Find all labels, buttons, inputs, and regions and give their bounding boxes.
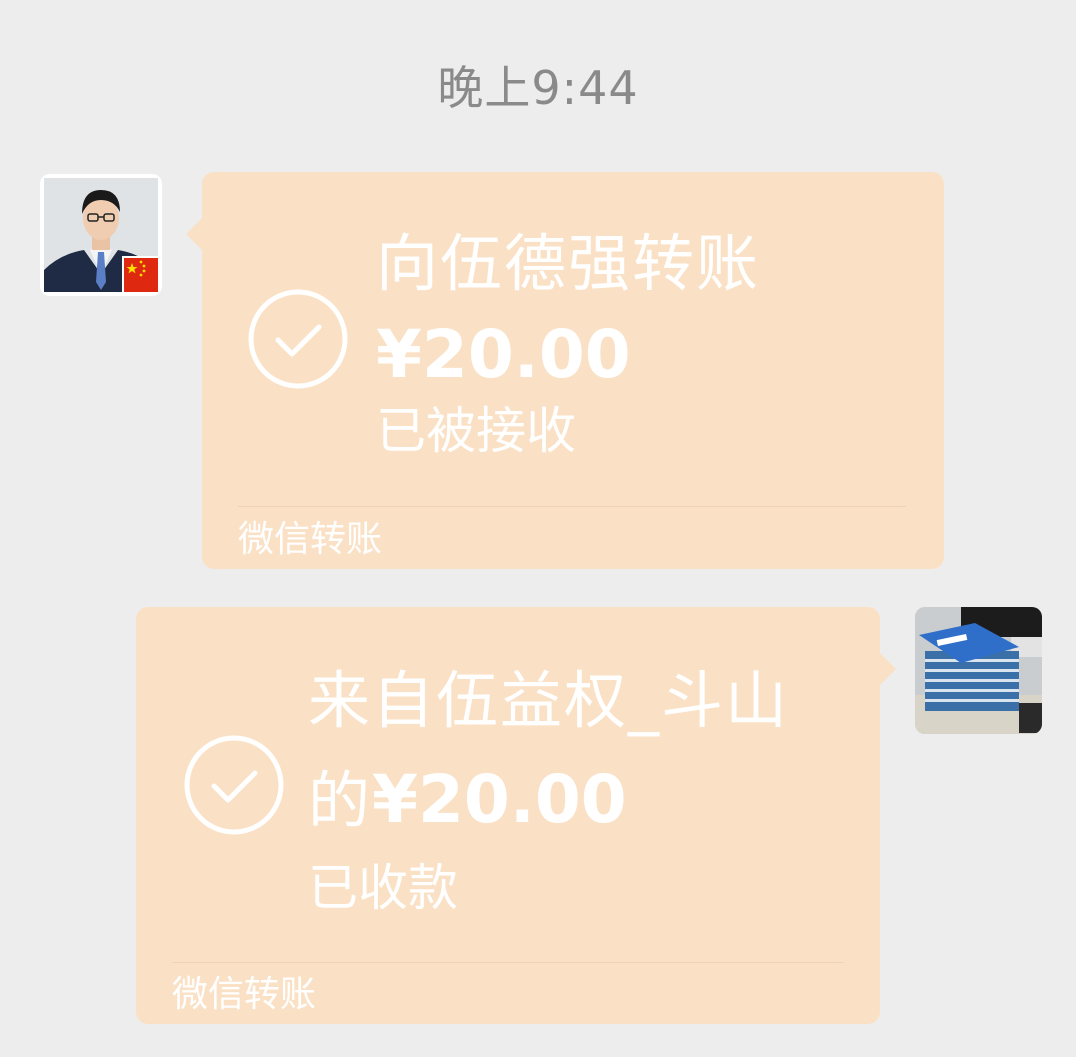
transfer-amount-line: 的¥20.00 bbox=[308, 765, 627, 836]
transfer-title: 向伍德强转账 bbox=[376, 227, 761, 300]
message-timestamp: 晚上9:44 bbox=[437, 61, 639, 115]
transfer-title-line1: 来自伍益权_斗山 bbox=[308, 664, 790, 737]
card-divider bbox=[238, 506, 906, 507]
check-circle-icon bbox=[248, 289, 348, 389]
bubble-tail bbox=[186, 218, 202, 250]
self-avatar[interactable] bbox=[915, 607, 1042, 734]
transfer-amount: ¥20.00 bbox=[372, 761, 627, 838]
transfer-status: 已被接收 bbox=[376, 402, 576, 460]
bubble-tail bbox=[880, 653, 896, 685]
card-footer-label: 微信转账 bbox=[172, 974, 317, 1015]
card-footer-label: 微信转账 bbox=[238, 519, 383, 560]
chat-page: 晚上9:44 向伍德强转账 ¥20.00 已被接收 微信转账 来自伍益权_斗山 … bbox=[0, 0, 1076, 1057]
card-divider bbox=[172, 962, 844, 963]
transfer-title-suffix: 的 bbox=[308, 764, 373, 837]
check-circle-icon bbox=[184, 735, 284, 835]
transfer-card-sent[interactable]: 向伍德强转账 ¥20.00 已被接收 微信转账 bbox=[186, 172, 944, 569]
transfer-status: 已收款 bbox=[308, 859, 458, 917]
transfer-card-received[interactable]: 来自伍益权_斗山 的¥20.00 已收款 微信转账 bbox=[136, 607, 896, 1024]
transfer-amount: ¥20.00 bbox=[376, 316, 631, 393]
china-flag-icon bbox=[122, 256, 160, 294]
sender-avatar[interactable] bbox=[40, 174, 162, 296]
self-avatar-image bbox=[915, 607, 1042, 734]
